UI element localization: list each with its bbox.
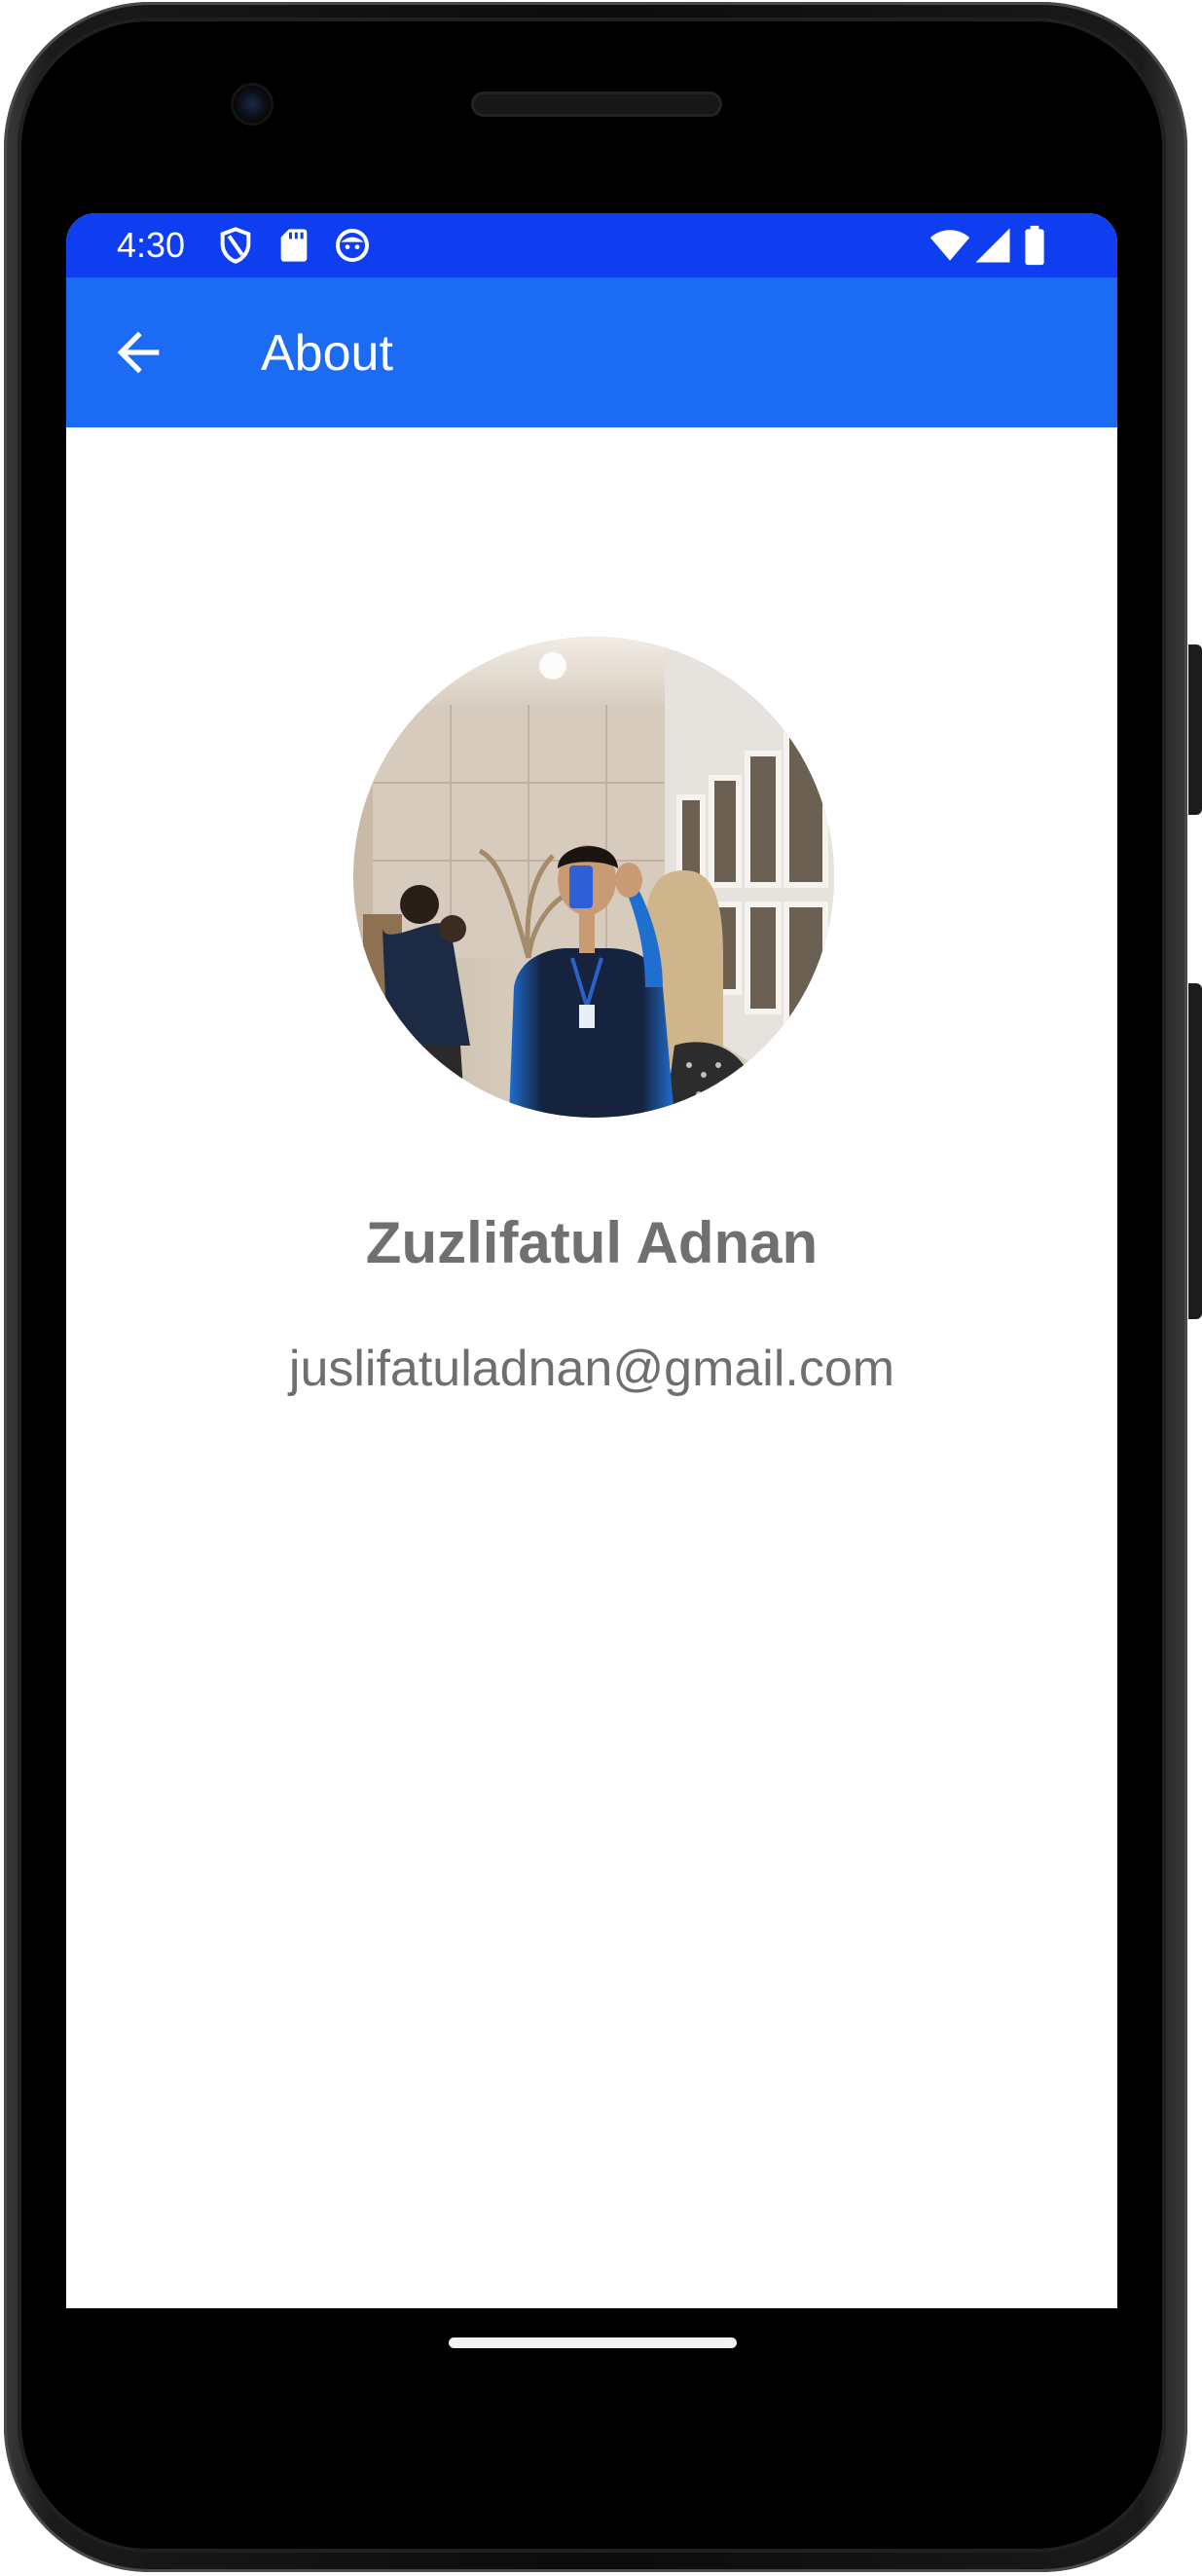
app-bar: About — [66, 277, 1117, 427]
face-icon — [333, 225, 372, 266]
phone-device: 4:30 About Zuzlifatul Adnan juslifatulad… — [0, 0, 1202, 2576]
shield-icon — [216, 225, 255, 266]
volume-button — [1188, 983, 1202, 1319]
screen: 4:30 About Zuzlifatul Adnan juslifatulad… — [66, 213, 1117, 2308]
sd-card-icon — [274, 225, 313, 266]
wifi-icon — [927, 225, 973, 266]
profile-name: Zuzlifatul Adnan — [365, 1210, 819, 1275]
gesture-nav-handle[interactable] — [449, 2337, 737, 2348]
earpiece-speaker — [471, 92, 722, 117]
battery-icon — [1020, 225, 1049, 266]
about-content: Zuzlifatul Adnan juslifatuladnan@gmail.c… — [66, 427, 1117, 2308]
profile-photo — [353, 637, 834, 1118]
status-bar: 4:30 — [66, 213, 1117, 277]
cell-signal-icon — [971, 225, 1014, 266]
page-title: About — [261, 325, 393, 382]
front-camera — [234, 86, 271, 123]
status-time: 4:30 — [117, 225, 186, 265]
power-button — [1188, 644, 1202, 815]
profile-email: juslifatuladnan@gmail.com — [288, 1341, 895, 1397]
arrow-back-icon[interactable] — [107, 321, 169, 384]
